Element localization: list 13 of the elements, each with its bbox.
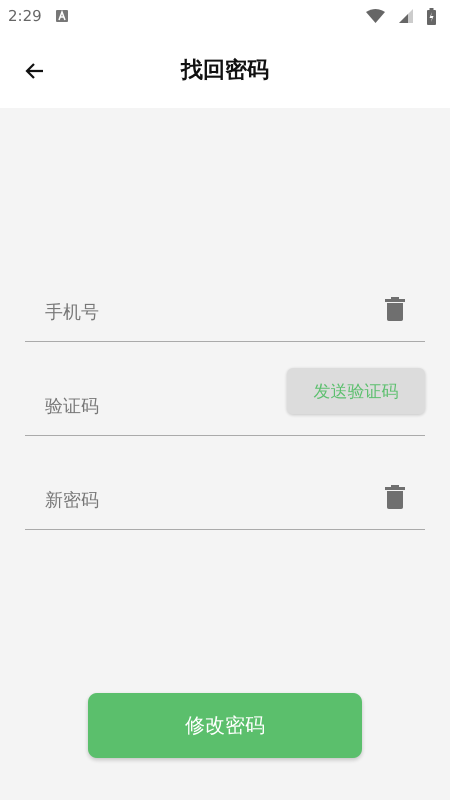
wifi-icon bbox=[366, 9, 385, 23]
send-code-button[interactable]: 发送验证码 bbox=[287, 368, 425, 414]
page-title: 找回密码 bbox=[181, 56, 269, 85]
input-field[interactable]: 新密码 bbox=[45, 490, 245, 511]
input-field[interactable]: 验证码 bbox=[45, 396, 245, 417]
trash-icon[interactable] bbox=[385, 297, 405, 321]
signal-icon bbox=[399, 9, 413, 23]
notification-icon bbox=[56, 10, 68, 22]
status-time: 2:29 bbox=[8, 7, 42, 25]
input-field[interactable]: 手机号 bbox=[45, 302, 245, 323]
trash-icon[interactable] bbox=[385, 485, 405, 509]
submit-button[interactable]: 修改密码 bbox=[88, 693, 362, 758]
battery-icon bbox=[427, 8, 436, 24]
